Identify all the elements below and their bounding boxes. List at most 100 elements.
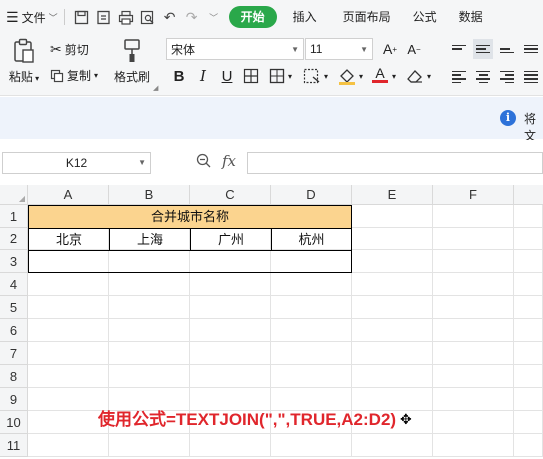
tab-data[interactable]: 数据: [449, 6, 493, 28]
grid-cell[interactable]: [514, 388, 543, 411]
grid-cell[interactable]: [352, 273, 433, 296]
clear-format-icon[interactable]: [404, 65, 426, 87]
column-header-b[interactable]: B: [109, 185, 190, 205]
underline-icon[interactable]: U: [216, 65, 238, 87]
grid-cell[interactable]: [271, 365, 352, 388]
export-pdf-icon[interactable]: [93, 6, 115, 28]
column-header-g[interactable]: [514, 185, 543, 205]
grid-cell[interactable]: [433, 228, 514, 250]
grid-cell[interactable]: [28, 296, 109, 319]
grid-cell[interactable]: [271, 296, 352, 319]
quick-access-dropdown-icon[interactable]: ﹀: [203, 6, 225, 28]
group-launcher-icon[interactable]: ◢: [153, 84, 158, 92]
grid-cell[interactable]: [352, 365, 433, 388]
align-middle-icon[interactable]: [473, 39, 493, 59]
row-header-3[interactable]: 3: [0, 250, 28, 273]
caret-down-icon[interactable]: ▾: [359, 72, 363, 81]
column-header-c[interactable]: C: [190, 185, 271, 205]
grid-cell[interactable]: [28, 342, 109, 365]
grid-cell[interactable]: [28, 411, 109, 434]
column-header-a[interactable]: A: [28, 185, 109, 205]
merged-title-cell[interactable]: 合并城市名称: [28, 205, 352, 229]
print-icon[interactable]: [115, 6, 137, 28]
align-top-icon[interactable]: [449, 39, 469, 59]
caret-down-icon[interactable]: ▾: [324, 72, 328, 81]
row-header-2[interactable]: 2: [0, 228, 28, 250]
grid-cell[interactable]: [28, 319, 109, 342]
grid-cell[interactable]: [190, 273, 271, 296]
grid-cell[interactable]: [190, 434, 271, 457]
grid-cell[interactable]: [271, 342, 352, 365]
tab-home[interactable]: 开始: [228, 6, 277, 28]
wrap-icon[interactable]: [521, 39, 541, 59]
paste-button[interactable]: 粘贴 ▾: [6, 38, 42, 85]
city-cell-d2[interactable]: 杭州: [271, 228, 352, 251]
grid-cell[interactable]: [514, 365, 543, 388]
tab-formulas[interactable]: 公式: [403, 6, 447, 28]
grid-cell[interactable]: [271, 273, 352, 296]
column-header-e[interactable]: E: [352, 185, 433, 205]
row-header-10[interactable]: 10: [0, 411, 28, 434]
bold-icon[interactable]: B: [168, 65, 190, 87]
font-size-select[interactable]: 11 ▼: [305, 38, 373, 60]
row-header-5[interactable]: 5: [0, 296, 28, 319]
row-header-8[interactable]: 8: [0, 365, 28, 388]
row-header-9[interactable]: 9: [0, 388, 28, 411]
select-all-corner[interactable]: ◢: [0, 185, 28, 205]
caret-down-icon[interactable]: ▾: [427, 72, 431, 81]
grid-cell[interactable]: [433, 342, 514, 365]
grid-cell[interactable]: [352, 205, 433, 228]
city-cell-c2[interactable]: 广州: [190, 228, 272, 251]
grid-cell[interactable]: [514, 228, 543, 250]
justify-icon[interactable]: [521, 67, 541, 87]
italic-icon[interactable]: I: [192, 65, 214, 87]
grid-cell[interactable]: [514, 273, 543, 296]
grid-cell[interactable]: [352, 296, 433, 319]
row-header-6[interactable]: 6: [0, 319, 28, 342]
grid-cell[interactable]: [433, 205, 514, 228]
font-color-icon[interactable]: A: [369, 63, 391, 85]
copy-button[interactable]: 复制 ▾: [50, 67, 98, 84]
grid-cell[interactable]: [433, 250, 514, 273]
grid-cell[interactable]: [109, 342, 190, 365]
cut-button[interactable]: ✂ 剪切: [50, 41, 89, 58]
grid-cell[interactable]: [352, 228, 433, 250]
grid-cell[interactable]: [514, 319, 543, 342]
grid-cell[interactable]: [28, 434, 109, 457]
align-center-icon[interactable]: [473, 67, 493, 87]
grid-cell[interactable]: [190, 342, 271, 365]
grid-cell[interactable]: [190, 319, 271, 342]
fill-color-icon[interactable]: [336, 65, 358, 87]
grid-cell[interactable]: [352, 342, 433, 365]
grid-cell[interactable]: [271, 434, 352, 457]
grid-cell[interactable]: [514, 411, 543, 434]
align-left-icon[interactable]: [449, 67, 469, 87]
print-preview-icon[interactable]: [137, 6, 159, 28]
decrease-font-size-icon[interactable]: A −: [403, 38, 425, 60]
grid-cell[interactable]: [433, 434, 514, 457]
grid-cell[interactable]: [352, 319, 433, 342]
format-painter-button[interactable]: 格式刷: [110, 38, 154, 85]
cell-style-icon[interactable]: [301, 65, 323, 87]
font-name-select[interactable]: 宋体 ▼: [166, 38, 304, 60]
row-header-1[interactable]: 1: [0, 205, 28, 228]
tab-insert[interactable]: 插入: [283, 6, 327, 28]
grid-cell[interactable]: [352, 250, 433, 273]
strikethrough-icon[interactable]: [240, 65, 262, 87]
grid-cell[interactable]: [514, 296, 543, 319]
align-right-icon[interactable]: [497, 67, 517, 87]
redo-icon[interactable]: ↷: [181, 6, 203, 28]
grid-cell[interactable]: [433, 296, 514, 319]
fx-icon[interactable]: fx: [222, 152, 236, 170]
grid-cell[interactable]: [109, 319, 190, 342]
city-cell-b2[interactable]: 上海: [109, 228, 191, 251]
city-cell-a2[interactable]: 北京: [28, 228, 110, 251]
grid-cell[interactable]: [433, 319, 514, 342]
grid-cell[interactable]: [514, 250, 543, 273]
row-header-4[interactable]: 4: [0, 273, 28, 296]
grid-cell[interactable]: [433, 365, 514, 388]
save-icon[interactable]: [71, 6, 93, 28]
grid-cell[interactable]: [433, 388, 514, 411]
grid-cell[interactable]: [109, 434, 190, 457]
align-bottom-icon[interactable]: [497, 39, 517, 59]
